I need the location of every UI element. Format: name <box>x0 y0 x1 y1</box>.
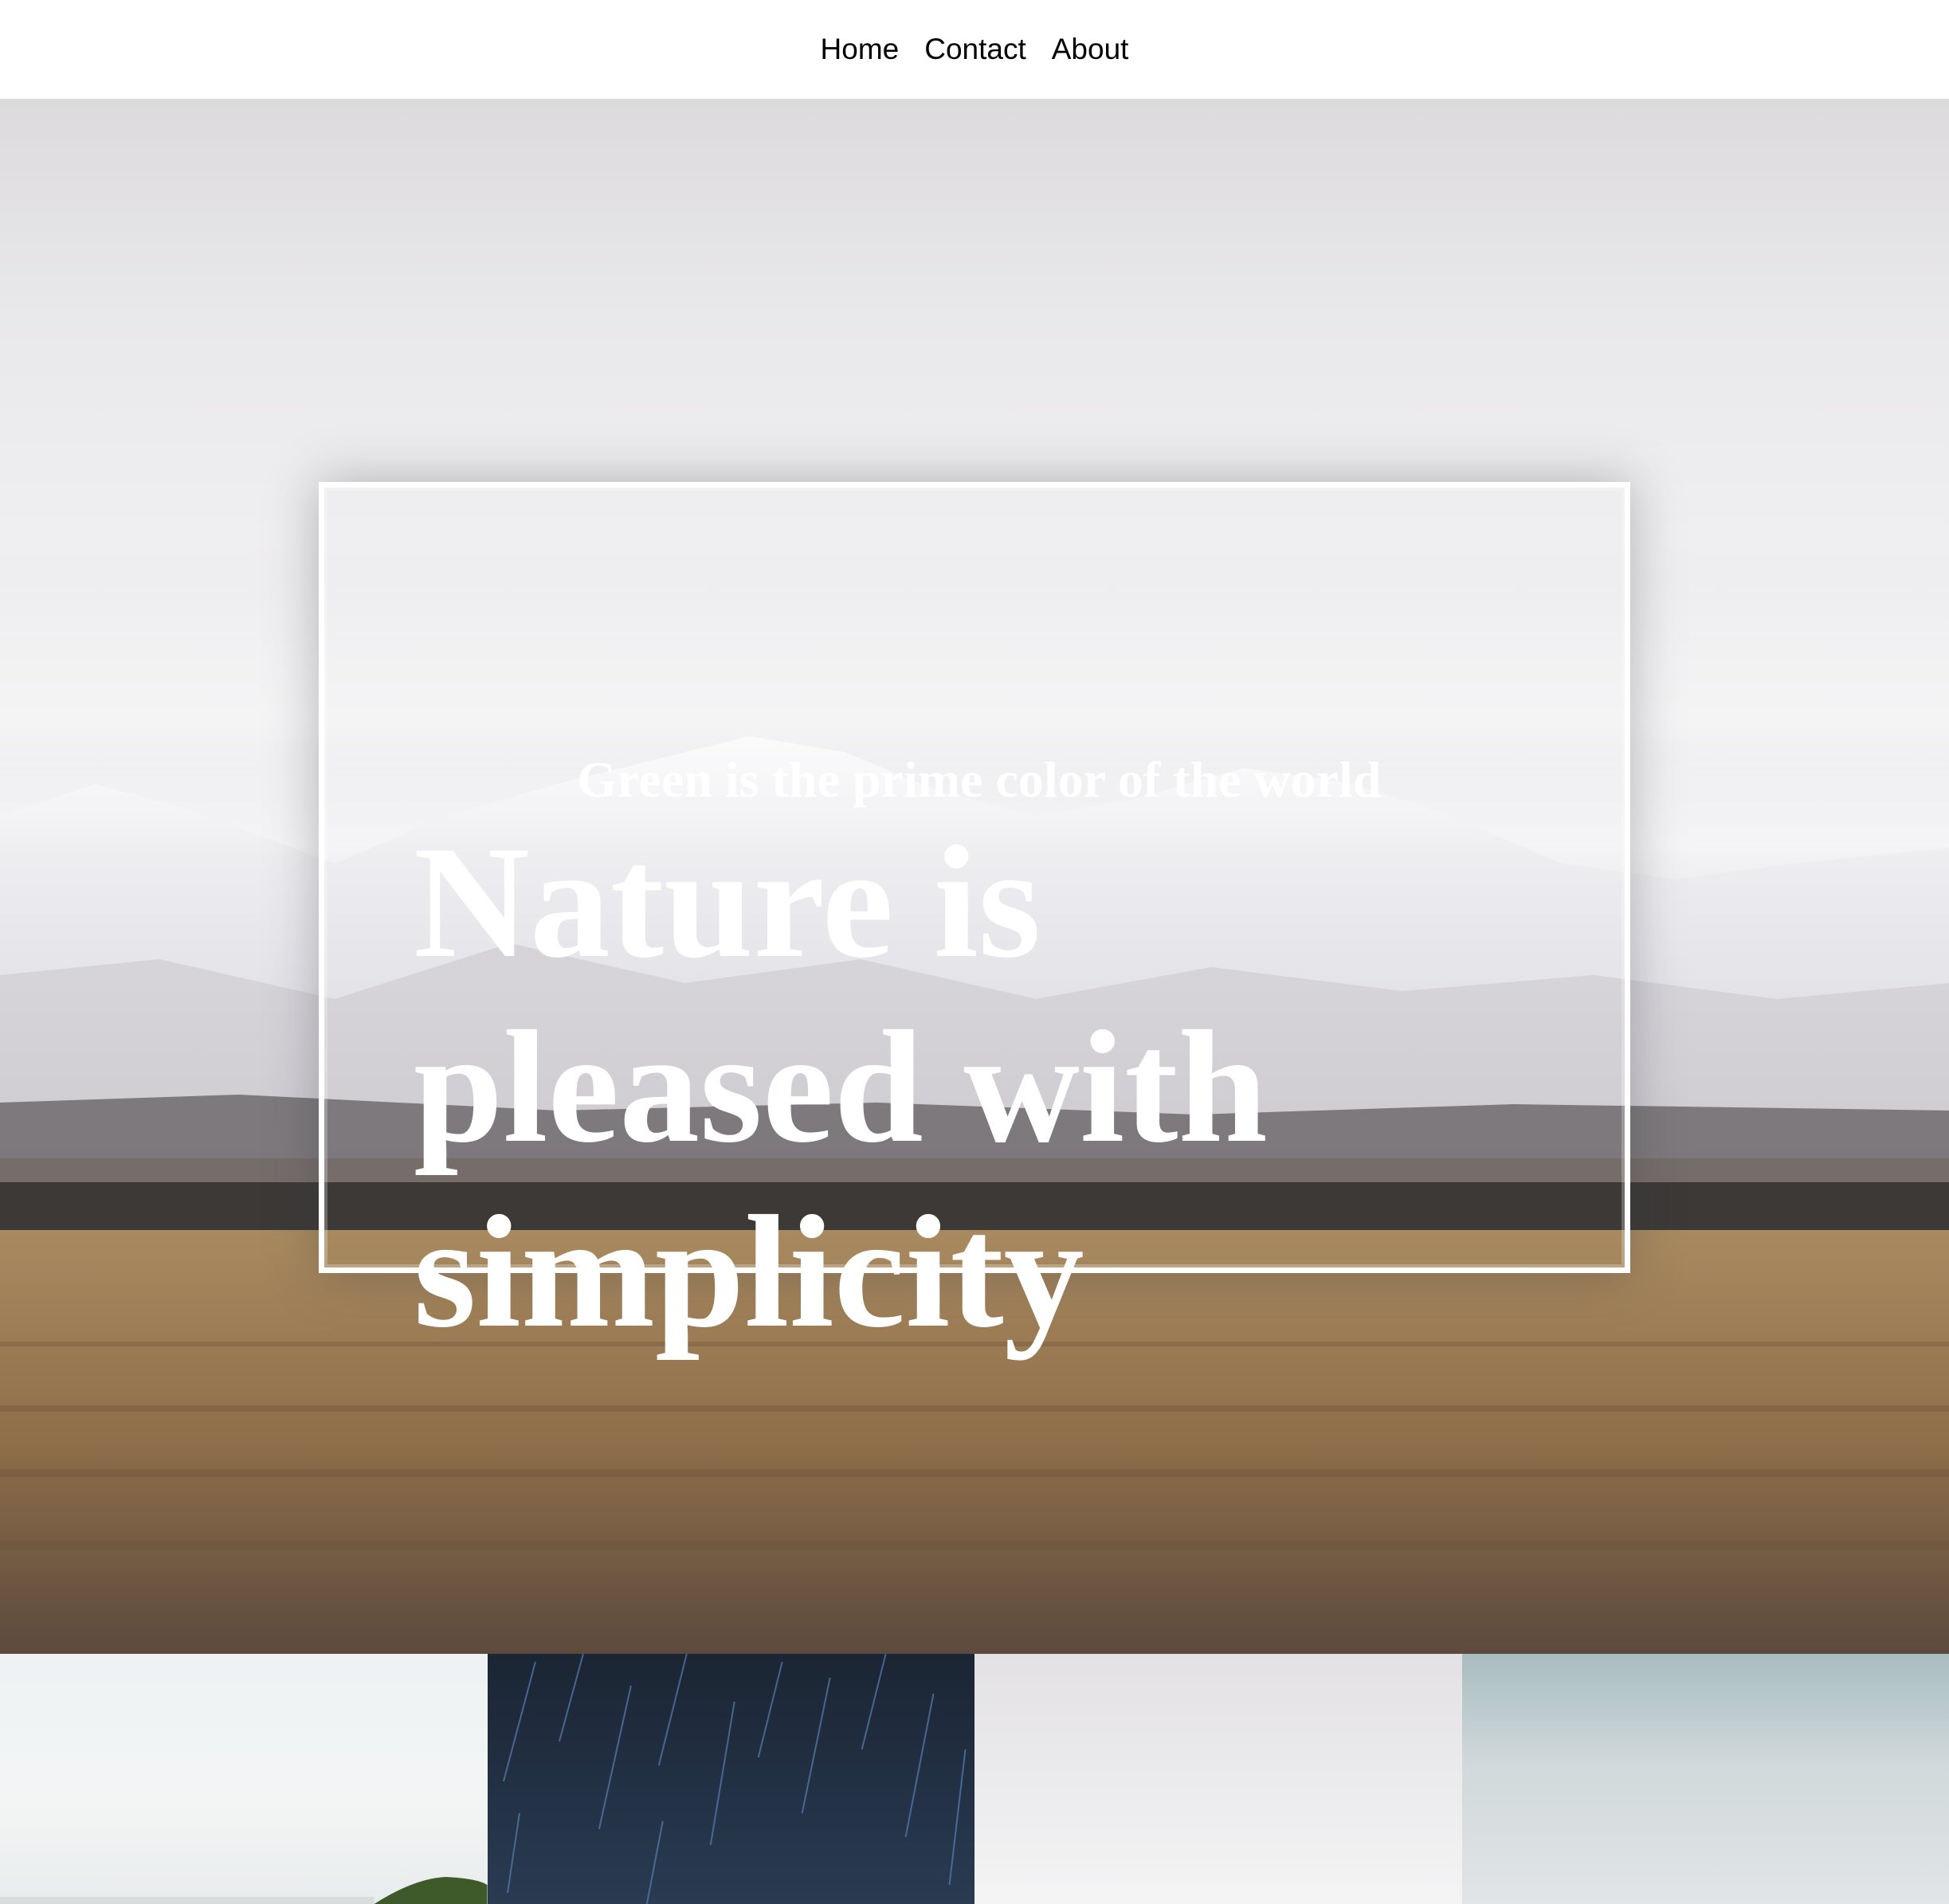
nav-link-contact[interactable]: Contact <box>924 33 1026 66</box>
top-navigation: Home Contact About <box>0 0 1949 99</box>
nav-link-about[interactable]: About <box>1052 33 1129 66</box>
star-trails-image <box>502 1654 967 1904</box>
thumbnail-hill[interactable] <box>0 1654 488 1904</box>
hero-text-frame: Green is the prime color of the world Na… <box>319 482 1630 1361</box>
thumbnail-clouds[interactable] <box>974 1654 1462 1904</box>
hill-image <box>0 1877 488 1904</box>
hero-banner: Green is the prime color of the world Na… <box>0 99 1949 1654</box>
thumbnail-star-trails[interactable] <box>487 1654 974 1904</box>
hero-title: Nature is pleased with simplicity <box>414 813 1268 1361</box>
thumbnail-overcast[interactable] <box>1461 1654 1949 1904</box>
nav-link-home[interactable]: Home <box>821 33 900 66</box>
thumbnail-gallery <box>0 1654 1949 1904</box>
hero-subtitle: Green is the prime color of the world <box>577 751 1382 808</box>
